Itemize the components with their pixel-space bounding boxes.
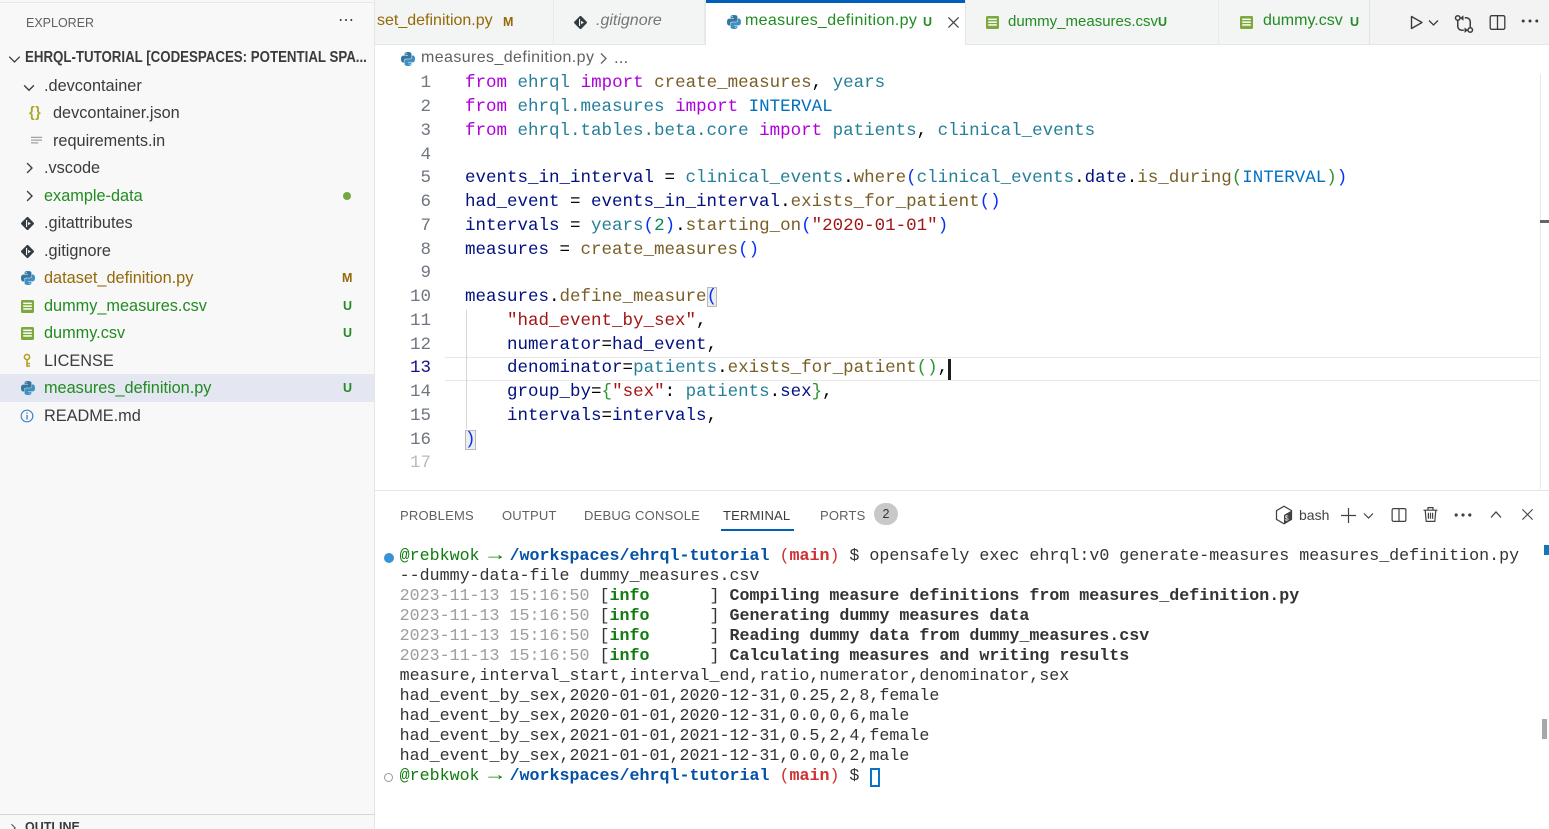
svg-text:$_: $_ [1285, 515, 1293, 522]
